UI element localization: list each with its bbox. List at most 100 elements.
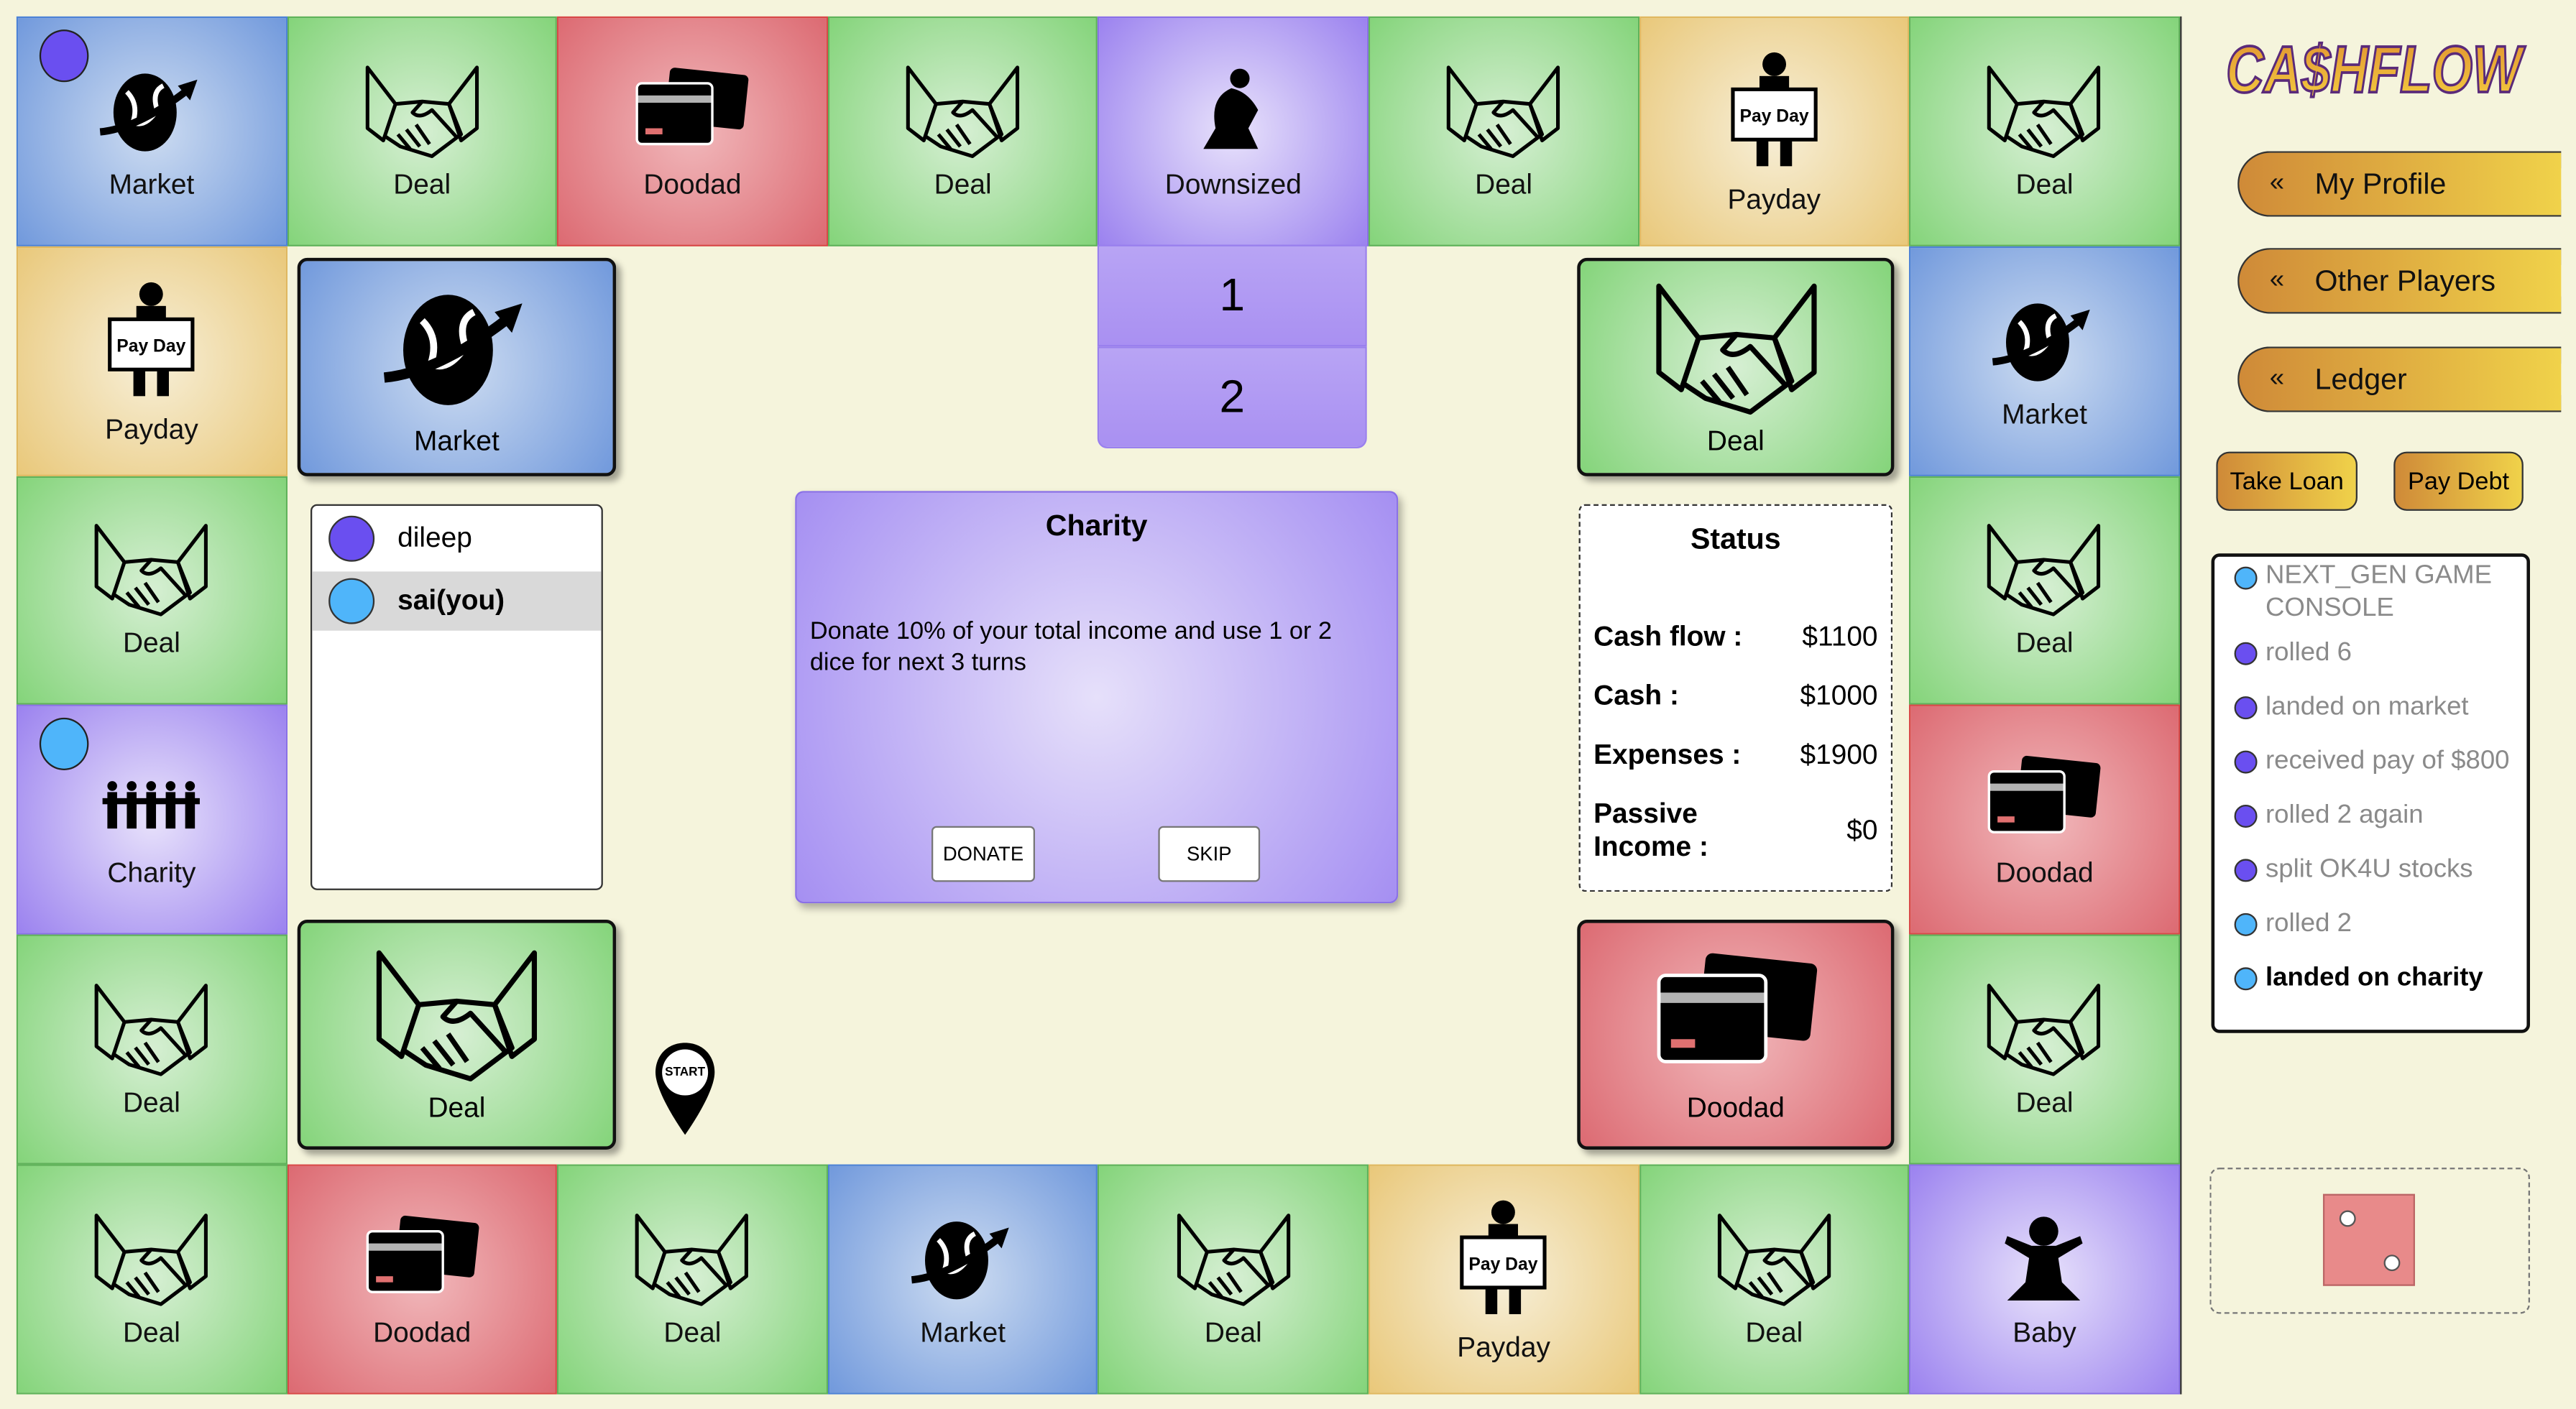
- tile-label: Payday: [1727, 183, 1821, 216]
- die-pip: [2339, 1210, 2356, 1227]
- tile-payday: Payday: [1639, 16, 1910, 246]
- tile-deal: Deal: [557, 1164, 828, 1395]
- doodad-deck[interactable]: Doodad: [1577, 919, 1895, 1150]
- ledger-text: received pay of $800: [2265, 746, 2510, 775]
- globe-icon: [367, 277, 547, 415]
- tile-label: Deal: [2015, 169, 2074, 200]
- passive-income-value: $0: [1846, 814, 1878, 846]
- handshake-icon: [632, 1209, 753, 1307]
- donate-button[interactable]: DONATE: [931, 826, 1035, 882]
- tile-deal: Deal: [287, 16, 558, 246]
- ledger-text: NEXT_GEN GAME CONSOLE: [2265, 561, 2492, 623]
- tile-label: Doodad: [1995, 857, 2094, 890]
- handshake-icon: [1984, 519, 2105, 618]
- modal-title: Charity: [1045, 509, 1148, 542]
- credit-card-icon: [1984, 749, 2105, 848]
- player-color-dot: [328, 578, 375, 624]
- charity-people-icon: [91, 749, 212, 848]
- player-color-dot: [2234, 803, 2258, 827]
- player-color-dot: [2234, 858, 2258, 882]
- tile-label: Deal: [1745, 1316, 1803, 1349]
- player-row-current[interactable]: sai(you): [312, 571, 602, 631]
- ledger-entry: landed on market: [2214, 680, 2526, 734]
- take-loan-button[interactable]: Take Loan: [2216, 451, 2358, 511]
- dice-area[interactable]: [2209, 1168, 2530, 1314]
- player-color-dot: [2234, 966, 2258, 990]
- dice-choice-label: 1: [1219, 269, 1246, 320]
- modal-body: Donate 10% of your total income and use …: [809, 617, 1333, 677]
- game-board-page: Market Deal Doodad Deal Downsized Deal Payday D…: [0, 0, 2576, 1409]
- ledger-button[interactable]: « Ledger: [2237, 346, 2562, 412]
- ledger-text: landed on charity: [2265, 963, 2483, 992]
- tile-deal: Deal: [1098, 1164, 1368, 1395]
- player-row[interactable]: dileep: [312, 506, 601, 571]
- globe-icon: [91, 60, 212, 159]
- player-color-dot: [2234, 641, 2258, 665]
- baby-icon: [1984, 1209, 2105, 1307]
- payday-sign-icon: [1430, 1193, 1578, 1321]
- tile-deal: Deal: [1639, 1164, 1910, 1395]
- nav-label: Other Players: [2314, 263, 2496, 297]
- charity-modal: Charity Donate 10% of your total income …: [795, 491, 1399, 904]
- tile-label: Payday: [1457, 1331, 1550, 1363]
- tile-deal: Deal: [16, 934, 288, 1165]
- player-name: dileep: [397, 522, 472, 554]
- ledger-text: split OK4U stocks: [2265, 854, 2473, 883]
- chevron-left-icon: «: [2269, 169, 2285, 198]
- nav-label: Ledger: [2314, 361, 2407, 395]
- ledger-entry: landed on charity: [2214, 951, 2526, 1004]
- player-list: dileep sai(you): [310, 504, 603, 890]
- pay-debt-button[interactable]: Pay Debt: [2393, 451, 2524, 511]
- dice-choice-2[interactable]: 2: [1097, 346, 1367, 448]
- player-color-dot: [328, 515, 375, 562]
- skip-button[interactable]: SKIP: [1158, 826, 1261, 882]
- tile-label: Deal: [393, 169, 451, 200]
- ledger-entry: received pay of $800: [2214, 734, 2526, 788]
- payday-sign-icon: [1700, 46, 1848, 174]
- deal-deck-small[interactable]: Deal: [297, 919, 617, 1150]
- handshake-icon: [1714, 1209, 1835, 1307]
- start-label: START: [665, 1064, 706, 1079]
- ledger-text: landed on market: [2265, 692, 2469, 721]
- dice-choice-label: 2: [1219, 371, 1246, 422]
- deal-deck[interactable]: Deal: [1577, 257, 1895, 476]
- ledger-entry: rolled 6: [2214, 626, 2526, 680]
- ledger-entry: split OK4U stocks: [2214, 843, 2526, 897]
- tile-deal: Deal: [1909, 16, 2180, 246]
- tile-label: Deal: [934, 169, 992, 200]
- dice-choice-1[interactable]: 1: [1097, 244, 1367, 347]
- chevron-left-icon: «: [2269, 364, 2285, 393]
- tile-label: Charity: [107, 857, 196, 890]
- status-title: Status: [1690, 522, 1781, 555]
- tile-market: Market: [1909, 246, 2180, 476]
- tile-label: Doodad: [373, 1316, 472, 1349]
- ledger-list[interactable]: NEXT_GEN GAME CONSOLE rolled 6 landed on m…: [2211, 553, 2530, 1033]
- tile-label: Deal: [1475, 169, 1533, 200]
- handshake-icon: [91, 979, 212, 1077]
- handshake-icon: [91, 1209, 212, 1307]
- tile-label: Payday: [105, 413, 198, 445]
- other-players-button[interactable]: « Other Players: [2237, 248, 2562, 314]
- ledger-entry: rolled 2 again: [2214, 788, 2526, 842]
- tile-doodad: Doodad: [287, 1164, 558, 1395]
- sidebar-divider: [2180, 16, 2182, 1395]
- tile-deal: Deal: [16, 475, 288, 706]
- tile-label: Deal: [2015, 1087, 2074, 1119]
- my-profile-button[interactable]: « My Profile: [2237, 151, 2562, 217]
- cash-label: Cash :: [1593, 680, 1679, 711]
- deck-label: Deal: [1706, 424, 1765, 456]
- kneeling-person-icon: [1172, 60, 1294, 159]
- tile-payday: Payday: [16, 246, 288, 476]
- handshake-icon: [367, 944, 547, 1082]
- handshake-icon: [362, 60, 483, 159]
- market-deck[interactable]: Market: [297, 257, 617, 476]
- cash-flow-value: $1100: [1802, 620, 1878, 652]
- ledger-entry: NEXT_GEN GAME CONSOLE: [2214, 560, 2526, 625]
- deck-label: Doodad: [1686, 1091, 1785, 1124]
- tile-label: Deal: [122, 628, 180, 660]
- tile-deal: Deal: [16, 1164, 288, 1395]
- tile-label: Deal: [1204, 1316, 1262, 1349]
- die[interactable]: [2322, 1193, 2415, 1286]
- map-pin-icon: [655, 1043, 715, 1135]
- ledger-entry: rolled 2: [2214, 897, 2526, 951]
